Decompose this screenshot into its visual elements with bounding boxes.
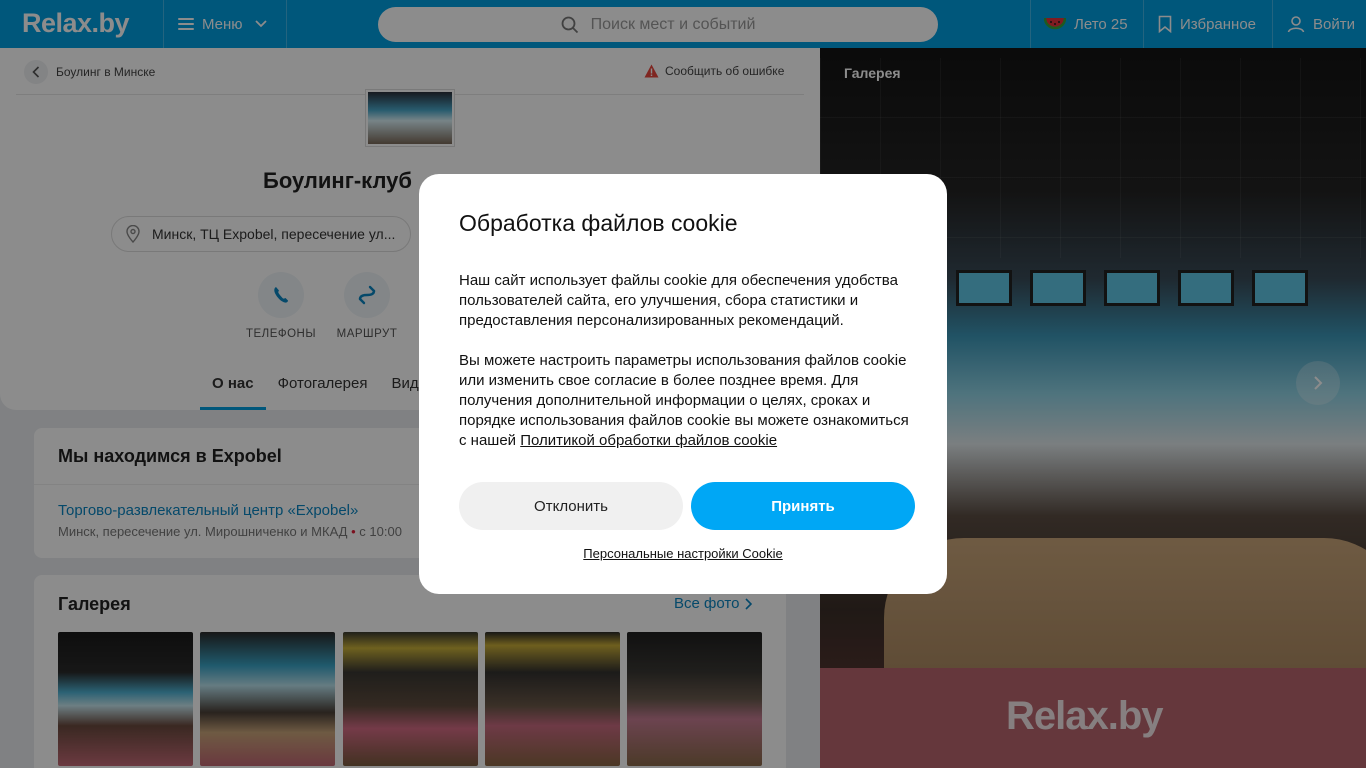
cookie-title: Обработка файлов cookie — [459, 210, 738, 236]
cookie-policy-link[interactable]: Политикой обработки файлов cookie — [520, 432, 777, 449]
decline-button[interactable]: Отклонить — [459, 482, 683, 530]
cookie-paragraph-1: Наш сайт использует файлы cookie для обе… — [459, 272, 898, 329]
cookie-dialog: Обработка файлов cookie Наш сайт использ… — [419, 174, 947, 594]
cookie-paragraph-2: Вы можете настроить параметры использова… — [459, 351, 919, 451]
accept-button[interactable]: Принять — [691, 482, 915, 530]
cookie-settings-link[interactable]: Персональные настройки Cookie — [419, 546, 947, 561]
